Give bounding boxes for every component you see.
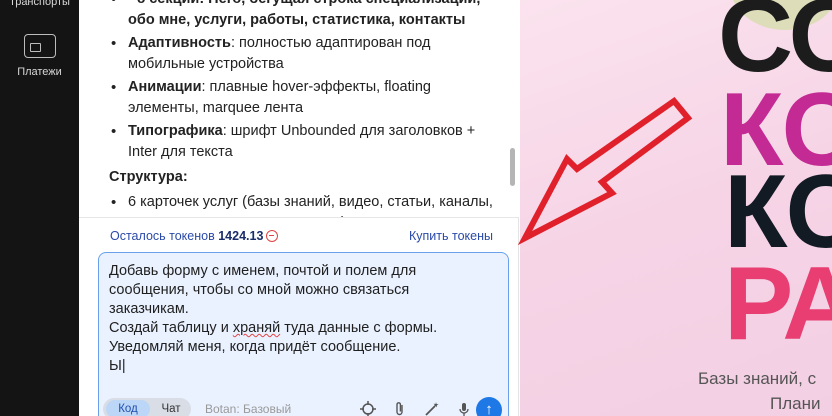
list-item-title: Адаптивность [128,35,231,51]
prompt-line: заказчикам. [109,301,189,317]
list-item-text: 6 карточек услуг (базы знаний, видео, ст… [128,194,493,217]
section-heading: Структура: [109,169,188,185]
list-item: 6 карточек услуг (базы знаний, видео, ст… [109,192,504,217]
send-arrow-icon: ↑ [485,401,493,416]
prompt-line: Добавь форму с именем, почтой и полем дл… [109,263,417,279]
magic-wand-icon[interactable] [424,401,440,416]
prompt-line: сообщения, чтобы со мной можно связаться [109,282,410,298]
misspelled-word: храняй [232,320,281,336]
scrollbar-thumb[interactable] [510,148,515,186]
list-item: Адаптивность: полностью адаптирован под … [109,33,504,75]
message-scroll-area[interactable]: • 8 секций: Hero, бегущая строка специал… [79,0,519,217]
list-item: Типографика: шрифт Unbounded для заголов… [109,121,504,163]
mode-chat-button[interactable]: Чат [153,400,189,416]
input-toolbar: Код Чат Botan: Базовый ↑ [103,397,509,416]
model-selector[interactable]: Botan: Базовый [205,402,291,416]
mode-code-button[interactable]: Код [106,400,150,416]
rail-item-payments-label: Платежи [17,66,62,78]
list-item-text: • 8 секций: Hero, бегущая строка специал… [128,0,480,28]
rail-item-payments[interactable]: Платежи [0,34,79,78]
send-button[interactable]: ↑ [476,397,502,416]
list-item: • 8 секций: Hero, бегущая строка специал… [109,0,504,31]
tokens-label: Осталось токенов [110,229,215,243]
paperclip-icon[interactable] [392,401,408,416]
chat-panel: • 8 секций: Hero, бегущая строка специал… [79,0,519,416]
prompt-input[interactable]: Добавь форму с именем, почтой и полем дл… [98,252,509,416]
list-item: Анимации: плавные hover-эффекты, floatin… [109,77,504,119]
tokens-value: 1424.13 [218,229,264,243]
prompt-line: Создай таблицу и [109,320,233,336]
assistant-message: • 8 секций: Hero, бегущая строка специал… [79,0,504,217]
left-rail: Транспорты Платежи [0,0,79,416]
prompt-line: Уведомляй меня, когда придёт сообщение. [109,339,401,355]
target-icon[interactable] [360,401,376,416]
hero-subtitle: Плани [770,394,821,413]
hero-word: РА [724,246,832,362]
list-item-title: Типографика [128,123,223,139]
prompt-line: Ы [109,358,122,374]
card-icon [23,34,56,58]
list-item-title: Анимации [128,79,202,95]
token-coin-icon [266,230,279,242]
divider [79,217,519,218]
rail-item-transport[interactable]: Транспорты [0,0,79,8]
site-preview: СО КО КО РА Базы знаний, с Плани [520,0,832,416]
hero-subtitle: Базы знаний, с [698,369,817,388]
tokens-remaining: Осталось токенов 1424.13 [110,229,279,243]
prompt-line: туда данные с формы. [280,320,438,336]
buy-tokens-link[interactable]: Купить токены [409,229,493,243]
mode-toggle: Код Чат [103,398,191,416]
prompt-input-text[interactable]: Добавь форму с именем, почтой и полем дл… [109,262,489,376]
rail-item-transport-label: Транспорты [9,0,70,8]
microphone-icon[interactable] [456,401,472,416]
